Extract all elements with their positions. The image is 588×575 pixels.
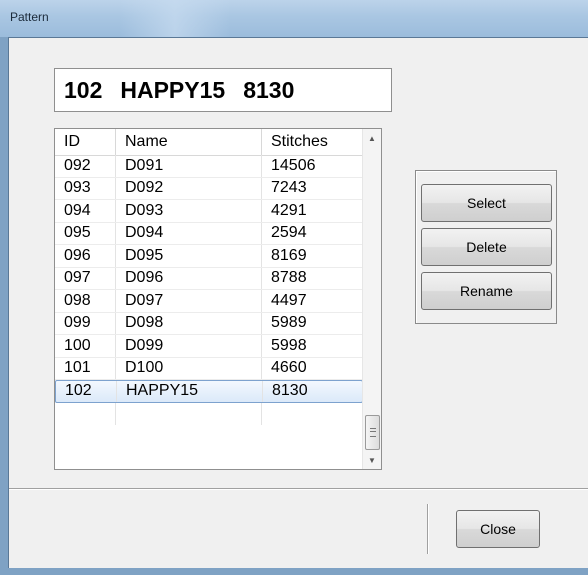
row-name-cell: D092 (115, 177, 261, 199)
row-stitches-cell: 14506 (261, 155, 363, 177)
table-row[interactable]: 098 D097 4497 (55, 290, 363, 313)
row-id-cell: 101 (64, 359, 91, 377)
empty-cell (55, 403, 115, 426)
row-stitches-cell: 8169 (261, 245, 363, 267)
selected-pattern-display: 102 HAPPY15 8130 (54, 68, 392, 112)
row-id-cell: 098 (64, 291, 91, 309)
rename-button[interactable]: Rename (421, 272, 552, 310)
row-stitches-cell: 4291 (261, 200, 363, 222)
table-row[interactable]: 100 D099 5998 (55, 335, 363, 358)
pattern-list[interactable]: ID Name Stitches 092 D091 14506 093 D092 7243… (54, 128, 382, 470)
table-row[interactable]: 096 D095 8169 (55, 245, 363, 268)
table-row[interactable]: 092 D091 14506 (55, 155, 363, 178)
table-row[interactable]: 102 HAPPY15 8130 (55, 380, 363, 403)
row-name-cell: D097 (115, 290, 261, 312)
row-id-cell: 099 (64, 314, 91, 332)
row-id-cell: 097 (64, 269, 91, 287)
row-stitches-cell: 5998 (261, 335, 363, 357)
delete-button[interactable]: Delete (421, 228, 552, 266)
title-bar-glare (120, 0, 230, 37)
column-header-stitches[interactable]: Stitches (261, 129, 363, 155)
column-header-name[interactable]: Name (115, 129, 261, 155)
list-rows: 092 D091 14506 093 D092 7243 094 D093 4291 095 D09… (55, 155, 363, 425)
row-id-cell: 092 (64, 156, 91, 174)
row-id-cell: 094 (64, 201, 91, 219)
row-name-cell: D098 (115, 312, 261, 334)
vertical-divider (427, 504, 429, 554)
table-row[interactable]: 095 D094 2594 (55, 222, 363, 245)
selected-pattern-name: HAPPY15 (120, 76, 226, 103)
horizontal-divider (9, 488, 588, 490)
table-row[interactable]: 097 D096 8788 (55, 267, 363, 290)
title-bar[interactable]: Pattern (0, 0, 588, 37)
empty-cell (261, 402, 363, 425)
table-row[interactable]: 094 D093 4291 (55, 200, 363, 223)
row-stitches-cell: 7243 (261, 177, 363, 199)
selected-pattern-id: 102 (64, 76, 103, 103)
row-id-cell: 096 (64, 246, 91, 264)
column-header-id[interactable]: ID (55, 129, 115, 155)
row-stitches-cell: 4497 (261, 290, 363, 312)
row-name-cell: D100 (115, 357, 261, 379)
table-row[interactable]: 099 D098 5989 (55, 312, 363, 335)
select-button[interactable]: Select (421, 184, 552, 222)
row-stitches-cell: 8788 (261, 267, 363, 289)
row-id-cell: 095 (64, 224, 91, 242)
table-row[interactable]: 093 D092 7243 (55, 177, 363, 200)
list-header: ID Name Stitches (55, 129, 363, 156)
pattern-window: Pattern 102 HAPPY15 8130 ID Name Stitches … (0, 0, 588, 575)
up-arrow-icon[interactable]: ▲ (363, 129, 381, 147)
close-button[interactable]: Close (456, 510, 540, 548)
action-button-group: Select Delete Rename (415, 170, 557, 324)
row-stitches-cell: 8130 (262, 381, 364, 402)
row-name-cell: D096 (115, 267, 261, 289)
empty-cell (115, 402, 261, 425)
grip-icon (369, 428, 376, 437)
row-name-cell: HAPPY15 (116, 381, 262, 402)
row-name-cell: D094 (115, 222, 261, 244)
row-name-cell: D099 (115, 335, 261, 357)
row-stitches-cell: 4660 (261, 357, 363, 379)
row-id-cell: 100 (64, 336, 91, 354)
row-stitches-cell: 5989 (261, 312, 363, 334)
empty-row (55, 402, 363, 426)
dialog-body: 102 HAPPY15 8130 ID Name Stitches 092 D091 1… (8, 37, 588, 568)
selected-pattern-stitches: 8130 (243, 76, 295, 103)
row-id-cell: 093 (64, 179, 91, 197)
row-id-cell: 102 (65, 382, 92, 400)
row-name-cell: D093 (115, 200, 261, 222)
row-stitches-cell: 2594 (261, 222, 363, 244)
down-arrow-icon[interactable]: ▼ (363, 451, 381, 469)
window-title: Pattern (10, 10, 49, 24)
list-scrollbar[interactable]: ▲ ▼ (362, 129, 381, 469)
row-name-cell: D095 (115, 245, 261, 267)
row-name-cell: D091 (115, 155, 261, 177)
scroll-thumb[interactable] (365, 415, 380, 450)
table-row[interactable]: 101 D100 4660 (55, 357, 363, 380)
